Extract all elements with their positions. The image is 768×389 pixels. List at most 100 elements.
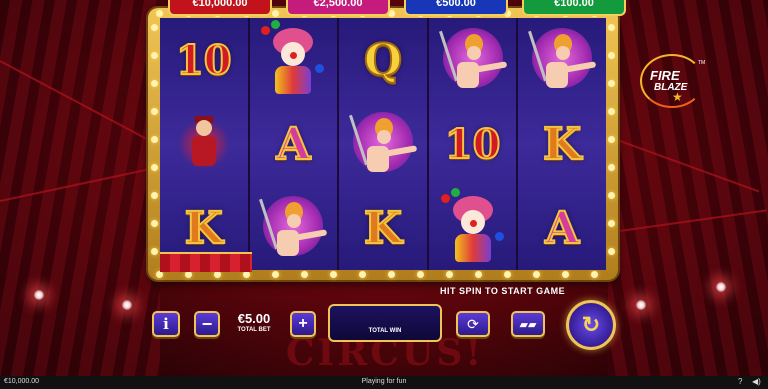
frame-bulb	[272, 271, 279, 278]
frame-bulb	[214, 271, 221, 278]
symbol-a: A	[275, 118, 311, 171]
ringmaster-boy-icon	[168, 108, 240, 180]
info-icon: i	[163, 315, 169, 333]
reel-1: 10 K	[160, 18, 248, 270]
stage-light	[636, 300, 646, 310]
reel-cell: 10	[429, 102, 517, 186]
reel-cell: A	[250, 102, 338, 186]
logo-line1: FIRE	[650, 68, 680, 83]
frame-bulb	[330, 271, 337, 278]
symbol-10: 10	[444, 120, 502, 169]
reel-cell: A	[518, 186, 606, 270]
spin-button[interactable]: ↻	[566, 300, 616, 350]
turbo-button[interactable]: ▰▰	[511, 311, 545, 337]
minus-icon: −	[201, 313, 213, 334]
frame-bulb	[591, 271, 598, 278]
logo-trademark: TM	[698, 60, 706, 66]
frame-bulb	[608, 164, 615, 171]
frame-bulb	[359, 271, 366, 278]
reel-grid: 10 K A Q K 10 K A	[160, 18, 606, 270]
frame-bulb	[608, 108, 615, 115]
symbol-k: K	[363, 202, 403, 255]
symbol-k: K	[542, 118, 582, 171]
clown-juggler-icon	[437, 188, 509, 264]
frame-bulb	[151, 80, 158, 87]
spin-icon: ↻	[581, 312, 601, 337]
frame-bulb	[243, 271, 250, 278]
frame-bulb	[156, 271, 163, 278]
reel-cell	[429, 186, 517, 270]
frame-bulb	[608, 248, 615, 255]
info-button[interactable]: i	[152, 311, 180, 337]
frame-bulb	[533, 271, 540, 278]
reel-cell	[160, 102, 248, 186]
play-mode-label: Playing for fun	[361, 378, 407, 385]
spin-hint: HIT SPIN TO START GAME	[440, 286, 566, 296]
frame-bulb	[151, 192, 158, 199]
frame-bulb	[446, 271, 453, 278]
decrease-bet-button[interactable]: −	[194, 311, 220, 337]
total-bet-label: TOTAL BET	[237, 327, 271, 333]
frame-bulb	[151, 108, 158, 115]
total-win-display: TOTAL WIN	[328, 304, 442, 342]
frame-bulb	[185, 271, 192, 278]
frame-bulb	[417, 271, 424, 278]
sound-icon[interactable]: ◀)	[752, 377, 761, 386]
total-bet-value: €5.00	[237, 311, 271, 326]
frame-bulb	[388, 271, 395, 278]
frame-bulb	[608, 136, 615, 143]
frame-bulb	[562, 271, 569, 278]
frame-bulb	[504, 271, 511, 278]
jackpot-bar: €10,000.00 €2,500.00 €500.00 €100.00	[168, 0, 626, 18]
jackpot-mini: €100.00	[522, 0, 626, 16]
reel-cell: Q	[339, 18, 427, 102]
frame-bulb	[151, 248, 158, 255]
reel-cell	[518, 18, 606, 102]
frame-bulb	[301, 271, 308, 278]
curtain-valance	[160, 252, 252, 272]
symbol-10: 10	[175, 36, 233, 85]
increase-bet-button[interactable]: +	[290, 311, 316, 337]
frame-bulb	[475, 271, 482, 278]
jackpot-major: €2,500.00	[286, 0, 390, 16]
reel-cell: K	[518, 102, 606, 186]
status-bar: €10,000.00 Playing for fun ? ◀)	[0, 376, 768, 389]
symbol-k: K	[184, 202, 224, 255]
frame-bulb	[151, 164, 158, 171]
frame-bulb	[151, 220, 158, 227]
reel-cell: 10	[160, 18, 248, 102]
reel-2: A	[249, 18, 338, 270]
plus-icon: +	[298, 315, 308, 332]
frame-bulb	[151, 24, 158, 31]
frame-bulb	[608, 52, 615, 59]
total-bet-display: €5.00 TOTAL BET	[220, 311, 288, 339]
reel-3: QK	[339, 18, 427, 270]
frame-bulb	[608, 220, 615, 227]
trapeze-acrobat-icon	[526, 24, 598, 96]
clown-juggler-icon	[257, 20, 329, 96]
autoplay-icon: ⟳	[467, 315, 479, 332]
symbol-q: Q	[363, 34, 403, 87]
help-icon[interactable]: ?	[738, 377, 742, 386]
reel-cell	[339, 102, 427, 186]
frame-bulb	[608, 80, 615, 87]
reel-cell: K	[339, 186, 427, 270]
trapeze-acrobat-icon	[257, 192, 329, 264]
frame-bulb	[608, 24, 615, 31]
trapeze-acrobat-icon	[347, 108, 419, 180]
total-win-label: TOTAL WIN	[368, 328, 402, 334]
fire-blaze-logo: FIRE BLAZE ★ TM	[640, 54, 706, 108]
trapeze-acrobat-icon	[437, 24, 509, 96]
jackpot-grand: €10,000.00	[168, 0, 272, 16]
reel-cell	[429, 18, 517, 102]
autoplay-button[interactable]: ⟳	[456, 311, 490, 337]
frame-bulb	[151, 136, 158, 143]
reel-4: 10	[428, 18, 517, 270]
reel-cell	[250, 18, 338, 102]
reel-cell	[250, 186, 338, 270]
frame-bulb	[608, 192, 615, 199]
stage-light	[34, 290, 44, 300]
reel-5: KA	[518, 18, 606, 270]
star-icon: ★	[672, 90, 683, 104]
turbo-icon: ▰▰	[519, 318, 537, 331]
